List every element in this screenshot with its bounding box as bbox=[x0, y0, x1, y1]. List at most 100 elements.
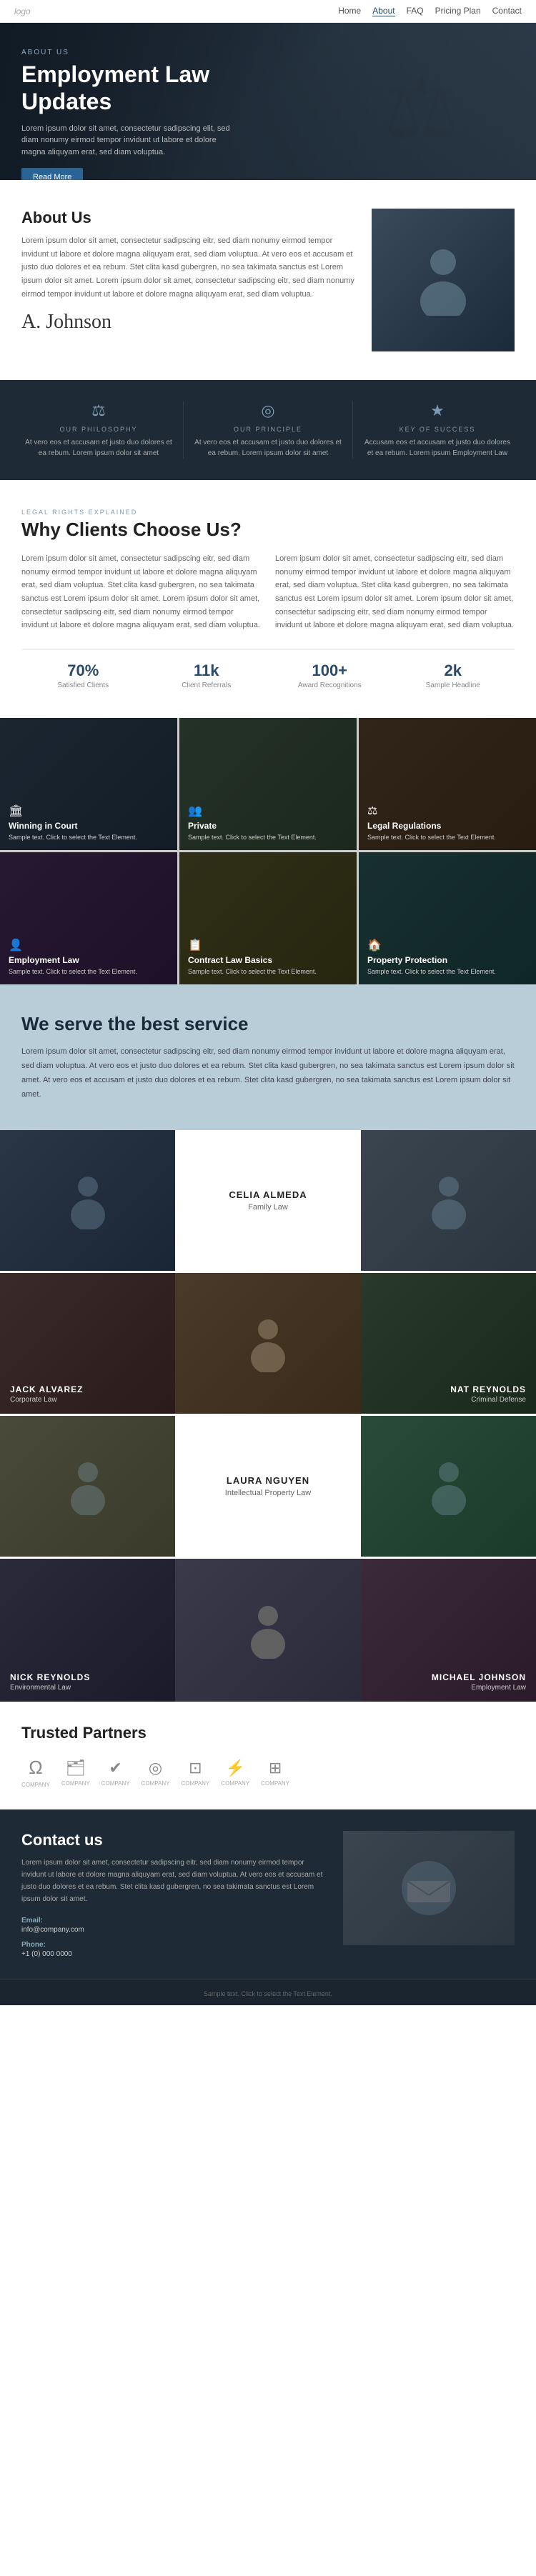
contact-email-label: Email: bbox=[21, 1917, 329, 1924]
team-row-4: NICK REYNOLDS Environmental Law MICHAEL … bbox=[0, 1559, 536, 1702]
team-member-name-1: CELIA ALMEDA bbox=[229, 1189, 307, 1200]
about-paragraph: Lorem ipsum dolor sit amet, consectetur … bbox=[21, 234, 357, 301]
footer: Sample text. Click to select the Text El… bbox=[0, 1980, 536, 2005]
hero-read-more-button[interactable]: Read More bbox=[21, 168, 83, 180]
stat-awards-number: 100+ bbox=[268, 662, 392, 680]
team-img-right-3 bbox=[361, 1416, 536, 1557]
practice-card-3[interactable]: ⚖ Legal Regulations Sample text. Click t… bbox=[359, 718, 536, 850]
philosophy-text-3: Accusam eos et accusam et justo duo dolo… bbox=[363, 437, 512, 459]
service-text: Lorem ipsum dolor sit amet, consectetur … bbox=[21, 1045, 515, 1102]
signature: A. Johnson bbox=[21, 311, 357, 334]
stat-sample-label: Sample Headline bbox=[392, 682, 515, 689]
contact-email-value: info@company.com bbox=[21, 1926, 329, 1934]
philosophy-item-2: ◎ OUR PRINCIPLE At vero eos et accusam e… bbox=[184, 401, 353, 459]
partner-logo-5: ⊡ COMPANY bbox=[181, 1759, 209, 1787]
stat-awards-label: Award Recognitions bbox=[268, 682, 392, 689]
about-heading: About Us bbox=[21, 209, 357, 227]
philosophy-text-2: At vero eos et accusam et justo duo dolo… bbox=[194, 437, 342, 459]
philosophy-label-2: OUR PRINCIPLE bbox=[194, 426, 342, 433]
why-clients-section: LEGAL RIGHTS EXPLAINED Why Clients Choos… bbox=[0, 480, 536, 718]
why-section-label: LEGAL RIGHTS EXPLAINED bbox=[21, 509, 515, 516]
why-columns: Lorem ipsum dolor sit amet, consectetur … bbox=[21, 552, 515, 632]
hero-title: Employment Law Updates bbox=[21, 61, 264, 116]
nav-contact[interactable]: Contact bbox=[492, 6, 522, 16]
partner-logo-3: ✔ COMPANY bbox=[101, 1759, 130, 1787]
team-nat-specialty: Criminal Defense bbox=[450, 1396, 526, 1404]
practice-title-4: Employment Law bbox=[9, 955, 169, 965]
practice-icon-4: 👤 bbox=[9, 938, 169, 952]
practice-card-6[interactable]: 🏠 Property Protection Sample text. Click… bbox=[359, 852, 536, 984]
stat-referrals-label: Client Referrals bbox=[145, 682, 269, 689]
partner-logo-1: Ω COMPANY bbox=[21, 1757, 50, 1788]
contact-image bbox=[343, 1831, 515, 1945]
partners-logos-row: Ω COMPANY 🗂 COMPANY ✔ COMPANY ◎ COMPANY … bbox=[21, 1757, 515, 1788]
contact-text: Contact us Lorem ipsum dolor sit amet, c… bbox=[21, 1831, 329, 1958]
practice-card-2[interactable]: 👥 Private Sample text. Click to select t… bbox=[179, 718, 357, 850]
partner-logo-2: 🗂 COMPANY bbox=[61, 1759, 90, 1787]
team-center-info-3: LAURA NGUYEN Intellectual Property Law bbox=[175, 1416, 361, 1557]
about-image bbox=[372, 209, 515, 351]
practice-text-4: Sample text. Click to select the Text El… bbox=[9, 967, 169, 977]
practice-title-5: Contract Law Basics bbox=[188, 955, 348, 965]
partner-logo-7: ⊞ COMPANY bbox=[261, 1759, 289, 1787]
practice-icon-1: 🏛 bbox=[9, 804, 169, 818]
why-col2: Lorem ipsum dolor sit amet, consectetur … bbox=[275, 552, 515, 632]
stat-sample-number: 2k bbox=[392, 662, 515, 680]
stat-sample: 2k Sample Headline bbox=[392, 662, 515, 689]
nav-faq[interactable]: FAQ bbox=[407, 6, 424, 16]
team-jack-name: JACK ALVAREZ bbox=[10, 1384, 83, 1394]
contact-phone-label: Phone: bbox=[21, 1941, 329, 1949]
about-text: About Us Lorem ipsum dolor sit amet, con… bbox=[21, 209, 357, 334]
practice-card-4[interactable]: 👤 Employment Law Sample text. Click to s… bbox=[0, 852, 177, 984]
hero-section: ⚖ ABOUT US Employment Law Updates Lorem … bbox=[0, 23, 536, 180]
philosophy-banner: ⚖ OUR PHILOSOPHY At vero eos et accusam … bbox=[0, 380, 536, 480]
philosophy-text-1: At vero eos et accusam et justo duo dolo… bbox=[24, 437, 173, 459]
nav-about[interactable]: About bbox=[372, 6, 394, 16]
practice-grid: 🏛 Winning in Court Sample text. Click to… bbox=[0, 718, 536, 984]
team-member-specialty-1: Family Law bbox=[248, 1203, 288, 1212]
practice-title-3: Legal Regulations bbox=[367, 821, 527, 831]
contact-heading: Contact us bbox=[21, 1831, 329, 1849]
practice-text-1: Sample text. Click to select the Text El… bbox=[9, 833, 169, 842]
practice-text-6: Sample text. Click to select the Text El… bbox=[367, 967, 527, 977]
nav-pricing[interactable]: Pricing Plan bbox=[435, 6, 481, 16]
practice-text-5: Sample text. Click to select the Text El… bbox=[188, 967, 348, 977]
footer-text: Sample text. Click to select the Text El… bbox=[204, 1990, 332, 1997]
team-michael-img: MICHAEL JOHNSON Employment Law bbox=[361, 1559, 536, 1702]
stat-referrals-number: 11k bbox=[145, 662, 269, 680]
philosophy-label-1: OUR PHILOSOPHY bbox=[24, 426, 173, 433]
practice-text-2: Sample text. Click to select the Text El… bbox=[188, 833, 348, 842]
team-jack-img: JACK ALVAREZ Corporate Law bbox=[0, 1273, 175, 1414]
team-michael-name: MICHAEL JOHNSON bbox=[432, 1672, 526, 1682]
practice-title-2: Private bbox=[188, 821, 348, 831]
team-nat-img: NAT REYNOLDS Criminal Defense bbox=[361, 1273, 536, 1414]
practice-icon-6: 🏠 bbox=[367, 938, 527, 952]
team-michael-specialty: Employment Law bbox=[432, 1684, 526, 1692]
team-row-3: LAURA NGUYEN Intellectual Property Law bbox=[0, 1416, 536, 1559]
team-member-name-3: LAURA NGUYEN bbox=[227, 1475, 309, 1486]
nav-home[interactable]: Home bbox=[338, 6, 361, 16]
team-row-1: CELIA ALMEDA Family Law bbox=[0, 1130, 536, 1273]
philosophy-icon-1: ⚖ bbox=[24, 401, 173, 420]
team-member-specialty-3: Intellectual Property Law bbox=[225, 1489, 311, 1497]
philosophy-item-1: ⚖ OUR PHILOSOPHY At vero eos et accusam … bbox=[14, 401, 184, 459]
team-jack-specialty: Corporate Law bbox=[10, 1396, 83, 1404]
team-row-2: JACK ALVAREZ Corporate Law NAT REYNOLDS … bbox=[0, 1273, 536, 1416]
stat-referrals: 11k Client Referrals bbox=[145, 662, 269, 689]
nav-links: Home About FAQ Pricing Plan Contact bbox=[338, 6, 522, 16]
practice-card-1[interactable]: 🏛 Winning in Court Sample text. Click to… bbox=[0, 718, 177, 850]
team-img-left-1 bbox=[0, 1130, 175, 1271]
hero-description: Lorem ipsum dolor sit amet, consectetur … bbox=[21, 123, 236, 159]
philosophy-icon-3: ★ bbox=[363, 401, 512, 420]
practice-card-5[interactable]: 📋 Contract Law Basics Sample text. Click… bbox=[179, 852, 357, 984]
team-img-left-3 bbox=[0, 1416, 175, 1557]
stat-satisfied-number: 70% bbox=[21, 662, 145, 680]
practice-title-6: Property Protection bbox=[367, 955, 527, 965]
practice-icon-3: ⚖ bbox=[367, 804, 527, 818]
team-nat-name: NAT REYNOLDS bbox=[450, 1384, 526, 1394]
stat-satisfied-label: Satisfied Clients bbox=[21, 682, 145, 689]
nav-logo: logo bbox=[14, 6, 31, 16]
service-heading: We serve the best service bbox=[21, 1013, 515, 1035]
hero-content: ABOUT US Employment Law Updates Lorem ip… bbox=[0, 23, 536, 180]
team-nick-specialty: Environmental Law bbox=[10, 1684, 90, 1692]
